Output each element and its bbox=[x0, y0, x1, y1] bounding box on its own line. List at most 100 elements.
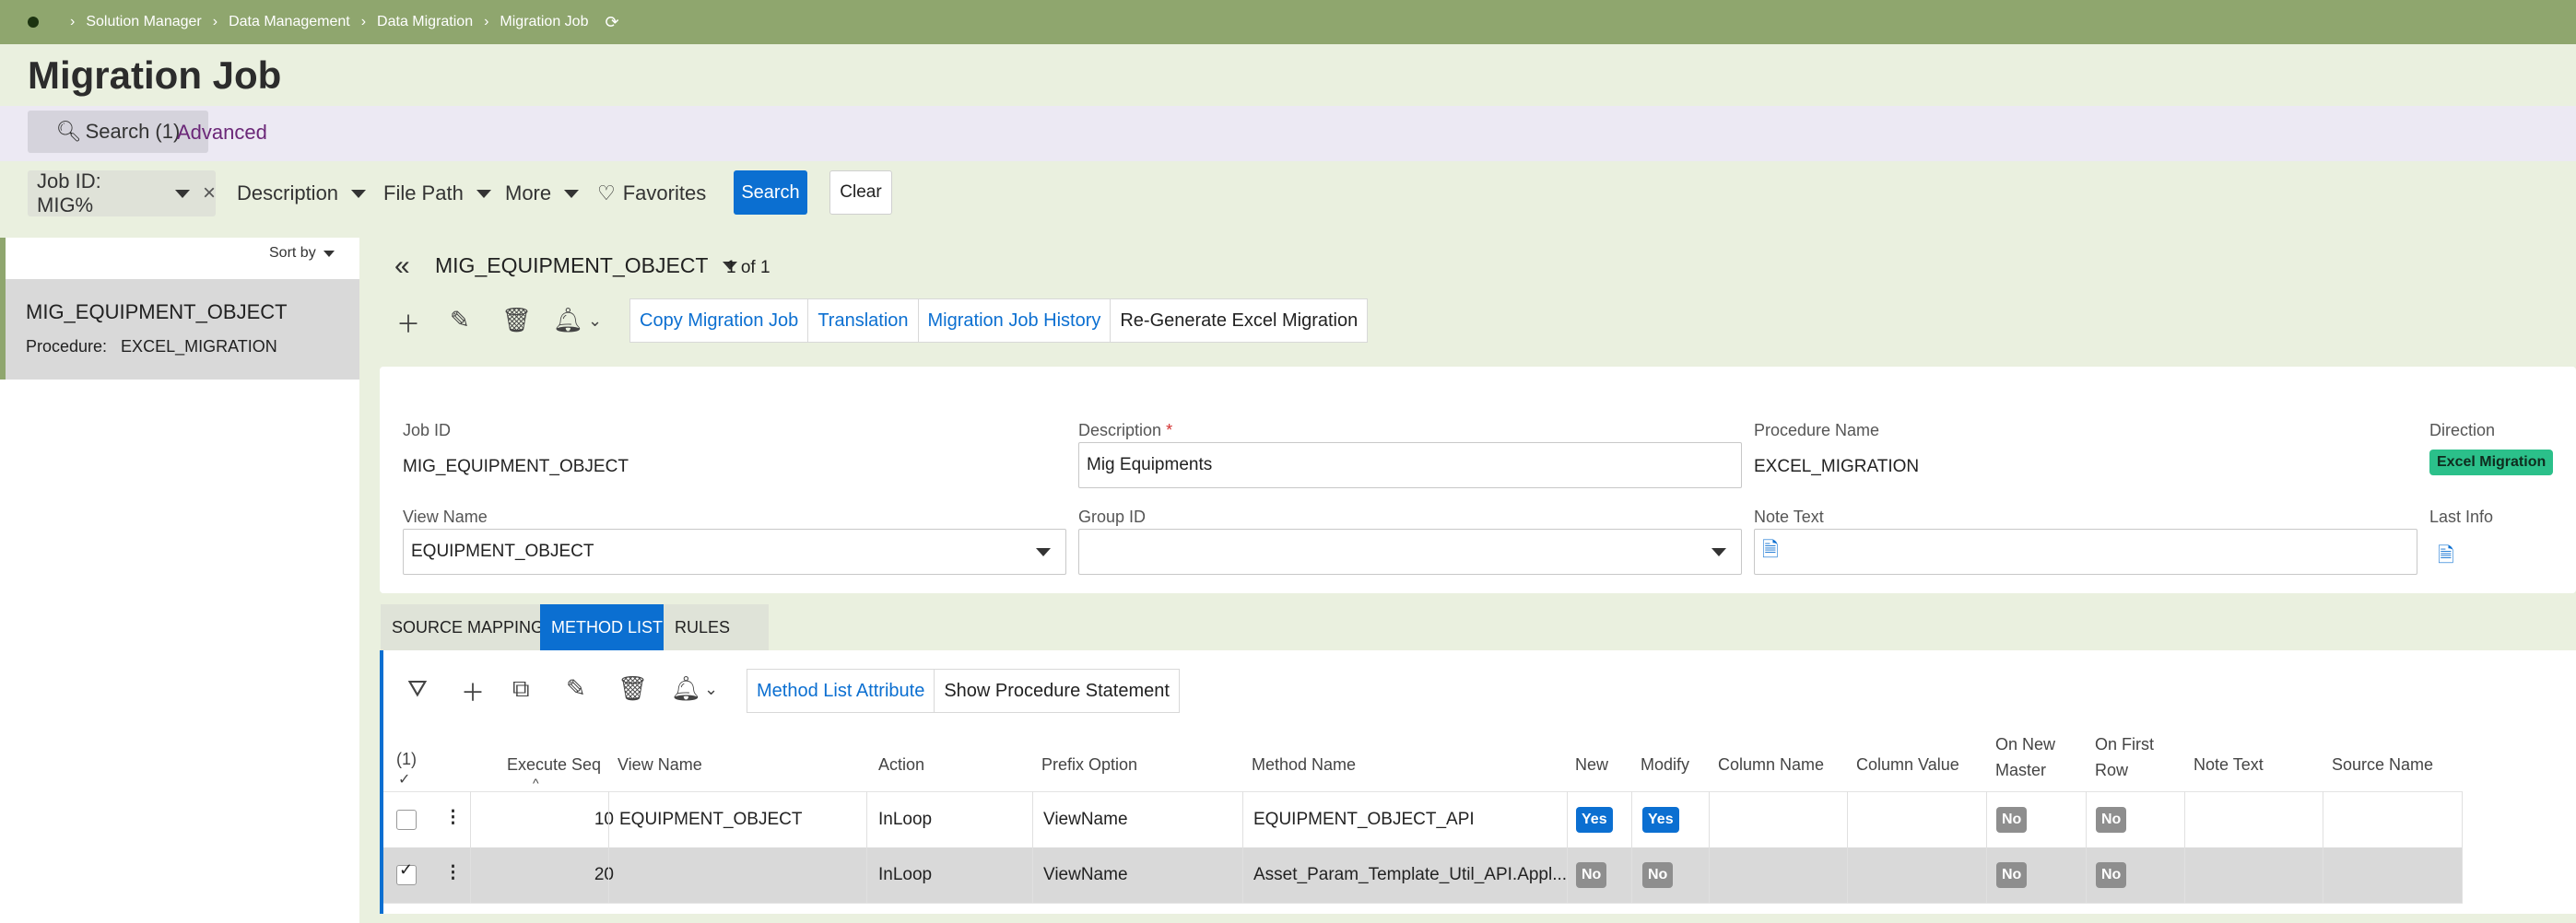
tab-source-mapping[interactable]: SOURCE MAPPING bbox=[381, 604, 556, 650]
regenerate-excel-migration-button[interactable]: Re-Generate Excel Migration bbox=[1111, 299, 1367, 342]
job-id-value: MIG_EQUIPMENT_OBJECT bbox=[403, 457, 629, 476]
breadcrumb-item[interactable]: Data Management bbox=[229, 14, 350, 30]
column-header-on-new-master[interactable]: On New Master bbox=[1995, 731, 2069, 783]
breadcrumb: › Solution Manager › Data Management › D… bbox=[0, 0, 2576, 44]
note-text-field[interactable]: 🗎 bbox=[1754, 529, 2417, 575]
row-menu-icon[interactable]: ⋮ bbox=[444, 862, 462, 883]
column-header-note-text[interactable]: Note Text bbox=[2194, 755, 2264, 775]
caret-down-icon bbox=[323, 250, 335, 257]
column-header-column-name[interactable]: Column Name bbox=[1718, 755, 1824, 775]
file-path-filter[interactable]: File Path bbox=[383, 170, 491, 216]
more-filter[interactable]: More bbox=[505, 170, 580, 216]
duplicate-icon[interactable]: ⧉ bbox=[512, 674, 530, 704]
check-icon: ✓ bbox=[399, 860, 414, 879]
method-list-attribute-button[interactable]: Method List Attribute bbox=[747, 670, 935, 712]
table-row-selected[interactable]: ✓ ⋮ 20 InLoop ViewName Asset_Param_Templ… bbox=[383, 847, 2463, 904]
job-id-filter-chip[interactable]: Job ID: MIG% × bbox=[28, 169, 216, 216]
caret-down-icon bbox=[1711, 548, 1726, 556]
chevron-right-icon: › bbox=[360, 14, 367, 29]
search-tab-label: Search (1) bbox=[85, 120, 181, 143]
chevron-down-icon[interactable]: ⌄ bbox=[704, 680, 718, 699]
column-header-action[interactable]: Action bbox=[878, 755, 924, 775]
document-icon[interactable]: 🗎 bbox=[1762, 534, 1779, 569]
chevron-down-icon[interactable]: ⌄ bbox=[588, 311, 602, 331]
edit-icon[interactable]: ✎ bbox=[566, 674, 586, 703]
column-divider bbox=[2184, 791, 2185, 903]
refresh-icon[interactable]: ⟳ bbox=[605, 13, 618, 32]
sort-by-label: Sort by bbox=[269, 245, 316, 261]
row-menu-icon[interactable]: ⋮ bbox=[444, 807, 462, 828]
page-title: Migration Job bbox=[28, 53, 282, 97]
note-text-label: Note Text bbox=[1754, 508, 1824, 526]
show-procedure-statement-button[interactable]: Show Procedure Statement bbox=[935, 670, 1179, 712]
edit-icon[interactable]: ✎ bbox=[450, 306, 470, 334]
table-row[interactable]: ⋮ 10 EQUIPMENT_OBJECT InLoop ViewName EQ… bbox=[383, 791, 2463, 848]
description-filter-label: Description bbox=[237, 181, 339, 204]
clear-button[interactable]: Clear bbox=[829, 170, 892, 215]
caret-down-icon bbox=[564, 189, 580, 198]
search-band bbox=[0, 106, 2576, 161]
close-icon[interactable]: × bbox=[203, 181, 216, 206]
column-header-execute-seq[interactable]: Execute Seq bbox=[507, 755, 601, 775]
command-group: Copy Migration Job Translation Migration… bbox=[629, 298, 1369, 343]
tab-method-list[interactable]: METHOD LIST bbox=[540, 604, 675, 650]
record-selector[interactable]: MIG_EQUIPMENT_OBJECT bbox=[435, 253, 738, 278]
caret-down-icon[interactable] bbox=[174, 189, 190, 198]
breadcrumb-item[interactable]: Solution Manager bbox=[86, 14, 201, 30]
execute-seq-cell: 10 bbox=[594, 810, 614, 829]
list-item[interactable] bbox=[6, 279, 359, 380]
tab-rules[interactable]: RULES bbox=[664, 604, 769, 650]
breadcrumb-item[interactable]: Migration Job bbox=[500, 14, 588, 30]
description-field[interactable]: Mig Equipments bbox=[1078, 442, 1742, 488]
delete-icon[interactable]: 🗑︎ bbox=[618, 674, 648, 703]
column-header-source-name[interactable]: Source Name bbox=[2332, 755, 2433, 775]
new-badge: No bbox=[1576, 862, 1607, 888]
filter-icon[interactable]: ⛛ bbox=[407, 674, 428, 704]
delete-icon[interactable]: 🗑︎ bbox=[501, 306, 532, 334]
view-name-label: View Name bbox=[403, 508, 488, 526]
column-header-prefix-option[interactable]: Prefix Option bbox=[1041, 755, 1137, 775]
check-icon: ✓ bbox=[398, 772, 411, 788]
translation-button[interactable]: Translation bbox=[808, 299, 919, 342]
column-divider bbox=[2462, 791, 2463, 903]
copy-migration-job-button[interactable]: Copy Migration Job bbox=[630, 299, 809, 342]
bell-icon[interactable]: 🔔︎ bbox=[553, 306, 583, 334]
row-checkbox[interactable] bbox=[396, 810, 417, 830]
method-name-cell: EQUIPMENT_OBJECT_API bbox=[1253, 810, 1475, 829]
breadcrumb-item[interactable]: Data Migration bbox=[377, 14, 473, 30]
advanced-search-link[interactable]: Advanced bbox=[177, 121, 267, 145]
modify-badge: Yes bbox=[1642, 807, 1679, 833]
column-header-modify[interactable]: Modify bbox=[1641, 755, 1689, 775]
description-filter[interactable]: Description bbox=[237, 170, 367, 216]
group-id-dropdown[interactable] bbox=[1078, 529, 1742, 575]
column-header-view-name[interactable]: View Name bbox=[618, 755, 702, 775]
column-header-column-value[interactable]: Column Value bbox=[1856, 755, 1959, 775]
collapse-panel-icon[interactable]: « bbox=[394, 251, 410, 282]
bell-icon[interactable]: 🔔︎ bbox=[671, 674, 701, 703]
direction-label: Direction bbox=[2429, 421, 2496, 439]
view-name-dropdown[interactable]: EQUIPMENT_OBJECT bbox=[403, 529, 1066, 575]
column-header-new[interactable]: New bbox=[1575, 755, 1608, 775]
column-header-method-name[interactable]: Method Name bbox=[1252, 755, 1356, 775]
prefix-option-cell: ViewName bbox=[1043, 865, 1128, 884]
column-divider bbox=[608, 791, 609, 903]
document-icon[interactable]: 🗎 bbox=[2438, 540, 2454, 575]
procedure-name-value: EXCEL_MIGRATION bbox=[1754, 457, 1920, 476]
add-icon[interactable]: ＋ bbox=[461, 674, 485, 708]
column-divider bbox=[1032, 791, 1033, 903]
sort-by-dropdown[interactable]: Sort by bbox=[269, 245, 335, 262]
action-cell: InLoop bbox=[878, 865, 933, 884]
sort-asc-icon: ^ bbox=[533, 776, 539, 790]
column-divider bbox=[1242, 791, 1243, 903]
search-button[interactable]: Search bbox=[734, 170, 807, 215]
procedure-name-label: Procedure Name bbox=[1754, 421, 1880, 439]
favorites-button[interactable]: ♡ Favorites bbox=[597, 170, 706, 216]
heart-icon: ♡ bbox=[597, 181, 616, 204]
column-header-on-first-row[interactable]: On First Row bbox=[2095, 731, 2159, 783]
column-divider bbox=[2086, 791, 2087, 903]
last-info-label: Last Info bbox=[2429, 508, 2494, 526]
add-icon[interactable]: ＋ bbox=[396, 306, 420, 340]
description-label: Description * bbox=[1078, 421, 1172, 440]
migration-job-history-button[interactable]: Migration Job History bbox=[919, 299, 1112, 342]
selected-accent bbox=[0, 238, 6, 380]
